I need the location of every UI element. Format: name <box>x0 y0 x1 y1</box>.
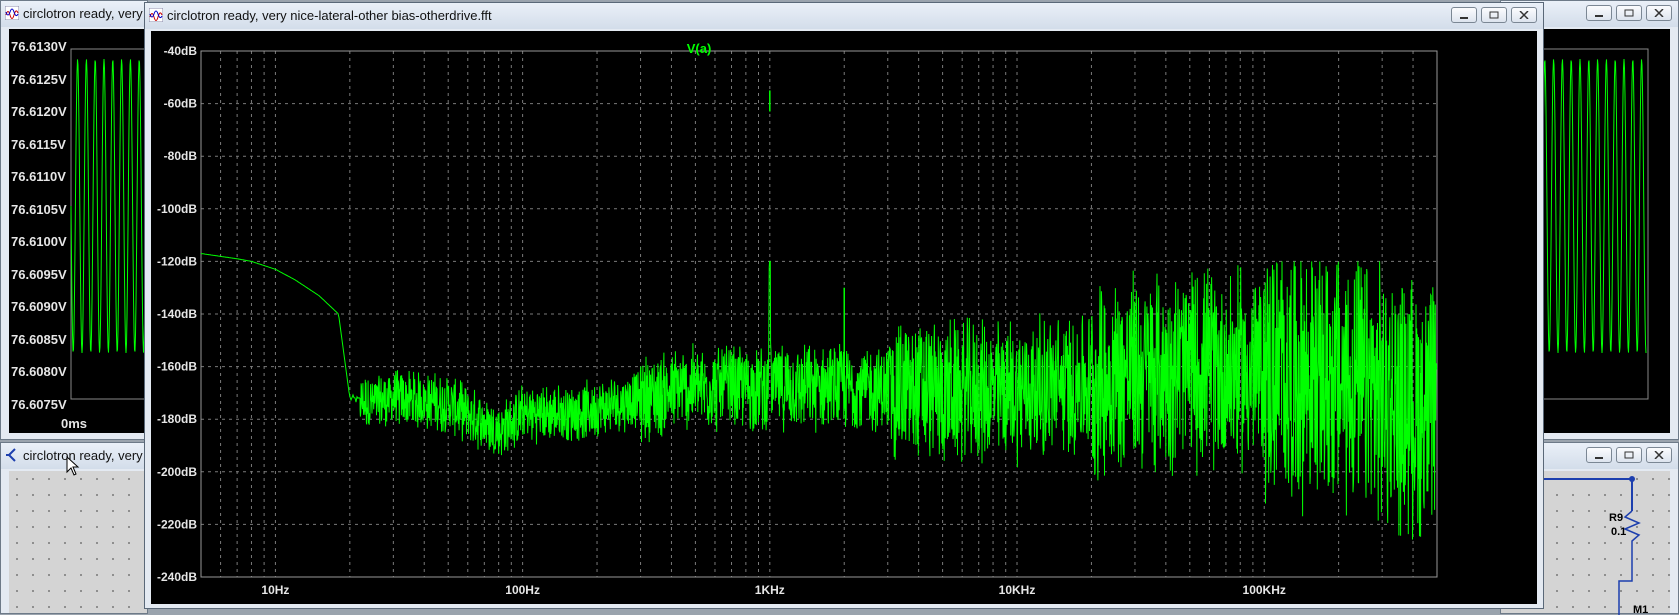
left-waveform-trace <box>70 48 149 400</box>
fft-plot-area[interactable]: -40dB -60dB -80dB -100dB -120dB -140dB -160dB -… <box>151 31 1537 604</box>
component-partial-label: M1 <box>1633 604 1648 615</box>
y-tick-label: -80dB <box>164 149 198 163</box>
maximize-button[interactable] <box>1481 7 1507 23</box>
close-button[interactable] <box>1646 447 1672 463</box>
y-tick-label: -220dB <box>157 517 197 531</box>
maximize-button[interactable] <box>1616 447 1642 463</box>
y-tick-label: -120dB <box>157 254 197 268</box>
waveform-icon <box>5 6 19 20</box>
chart-title: V(a) <box>687 41 712 56</box>
schematic-icon <box>6 448 16 462</box>
component-name-label: R9 <box>1609 512 1623 524</box>
x-tick-label: 1KHz <box>755 583 785 597</box>
y-tick-label: -160dB <box>157 360 197 374</box>
close-button[interactable] <box>1511 7 1537 23</box>
fft-window[interactable]: circlotron ready, very nice-lateral-othe… <box>144 2 1544 609</box>
x-tick-label: 10KHz <box>999 583 1036 597</box>
minimize-button[interactable] <box>1586 5 1612 21</box>
fft-series-line <box>200 253 1438 540</box>
window-title: circlotron ready, very <box>23 448 143 463</box>
right-schematic-window-buttons <box>1586 447 1672 463</box>
mouse-cursor-icon <box>66 456 80 476</box>
schematic-canvas[interactable] <box>9 471 147 613</box>
minimize-button[interactable] <box>1451 7 1477 23</box>
y-tick-label: -200dB <box>157 465 197 479</box>
left-waveform-titlebar[interactable]: circlotron ready, very <box>1 1 147 27</box>
x-tick-label: 100KHz <box>1243 583 1286 597</box>
component-value-label: 0.1 <box>1611 526 1626 538</box>
left-waveform-window[interactable]: circlotron ready, very 76.6130V 76.6125V 7… <box>0 0 149 440</box>
y-tick-label: -60dB <box>164 97 198 111</box>
fft-chart: -40dB -60dB -80dB -100dB -120dB -140dB -160dB -… <box>157 41 1438 597</box>
right-waveform-window-buttons <box>1586 5 1672 21</box>
y-tick-label: -40dB <box>164 44 198 58</box>
fft-window-titlebar[interactable]: circlotron ready, very nice-lateral-othe… <box>145 3 1543 29</box>
close-button[interactable] <box>1646 5 1672 21</box>
maximize-button[interactable] <box>1616 5 1642 21</box>
y-tick-label: -180dB <box>157 412 197 426</box>
left-wave-line <box>70 58 149 354</box>
left-waveform-plot: 76.6130V 76.6125V 76.6120V 76.6115V 76.6110V… <box>9 29 149 433</box>
y-tick-label: -240dB <box>157 570 197 584</box>
waveform-icon <box>149 8 163 22</box>
x-tick-label: 10Hz <box>261 583 289 597</box>
window-title: circlotron ready, very <box>23 6 143 21</box>
x-tick-label: 100Hz <box>505 583 540 597</box>
window-title: circlotron ready, very nice-lateral-othe… <box>167 8 492 23</box>
y-tick-label: -100dB <box>157 202 197 216</box>
left-x-tick-label: 0ms <box>61 416 88 431</box>
minimize-button[interactable] <box>1586 447 1612 463</box>
fft-window-buttons <box>1451 7 1537 23</box>
y-tick-label: -140dB <box>157 307 197 321</box>
